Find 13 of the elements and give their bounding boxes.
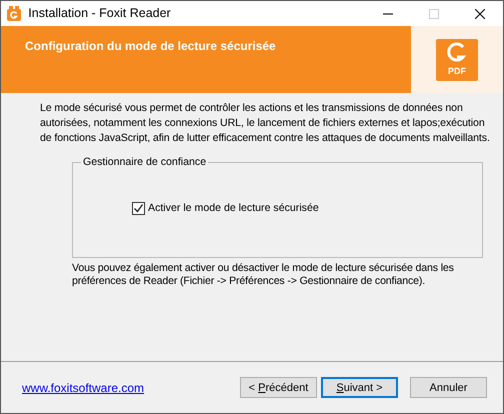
pdf-logo: PDF [436,38,478,80]
checkbox[interactable] [132,202,145,216]
description-text: Le mode sécurisé vous permet de contrôler les actions et les transmissions de données non autorisées, notamment les connexions URL, le lancement de fichiers externes et lapos;exécution de fonctions JavaScript, afin de lutter efficacement contre les attaques de documents malveillants. [39,101,491,146]
app-icon [6,6,22,22]
wizard-button[interactable]: Annuler [410,377,487,398]
website-link[interactable]: www.foxitsoftware.com [22,378,236,396]
wizard-button[interactable]: Suivant > [321,377,398,398]
checkbox-label[interactable]: Activer le mode de lecture sécurisée [148,201,319,217]
window-title: Installation - Foxit Reader [28,5,172,22]
wizard-button[interactable]: < Précédent [240,377,317,398]
note-text: Vous pouvez également activer ou désactiver le mode de lecture sécurisée dans les préférences de Reader (Fichier -> Préférences -> Gestionnaire de confiance). [71,261,455,288]
close-button[interactable] [475,8,485,18]
header-title: Configuration du mode de lecture sécurisée [24,38,277,55]
